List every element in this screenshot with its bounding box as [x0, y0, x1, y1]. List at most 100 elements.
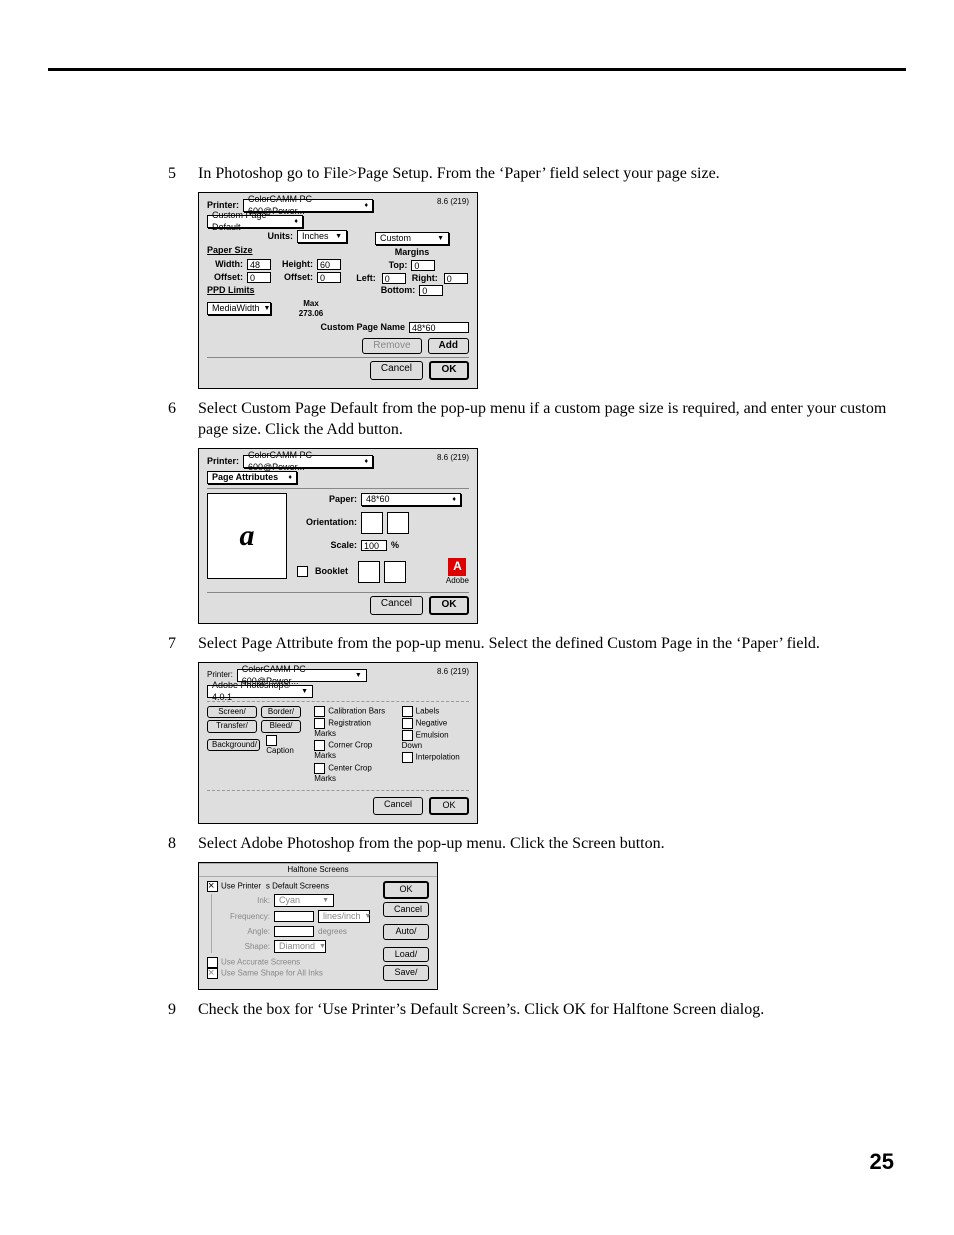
use-default-label: Use Printers Default Screens	[221, 882, 329, 891]
orientation-portrait-button[interactable]	[361, 512, 383, 534]
step-text: Select Page Attribute from the pop-up me…	[198, 634, 908, 654]
paper-size-section: Paper Size	[207, 245, 347, 257]
step-num: 5	[168, 164, 198, 184]
width-input[interactable]: 48	[247, 259, 271, 270]
freq-unit-select[interactable]: lines/inch▼	[318, 910, 370, 923]
cancel-button[interactable]: Cancel	[370, 361, 423, 380]
caption-label: Caption	[266, 746, 294, 755]
bottom-label: Bottom:	[381, 285, 416, 297]
left-input[interactable]: 0	[382, 273, 406, 284]
bottom-input[interactable]: 0	[419, 285, 443, 296]
angle-input[interactable]	[274, 926, 314, 937]
border-button[interactable]: Border/	[261, 706, 301, 718]
booklet-icon-2[interactable]	[384, 561, 406, 583]
calbars-label: Calibration Bars	[328, 707, 385, 716]
labels-checkbox[interactable]	[402, 706, 413, 717]
height-label: Height:	[275, 259, 313, 271]
cancel-button[interactable]: Cancel	[370, 596, 423, 615]
paper-select[interactable]: 48*60♦	[361, 493, 461, 506]
caption-checkbox[interactable]	[266, 735, 277, 746]
units-select[interactable]: Inches▼	[297, 230, 347, 243]
use-default-checkbox[interactable]	[207, 881, 218, 892]
updown-icon: ♦	[294, 218, 298, 225]
custom-select[interactable]: Custom▼	[375, 232, 449, 245]
hoffset-label: Offset:	[275, 272, 313, 284]
units-label: Units:	[268, 231, 294, 243]
cancel-button[interactable]: Cancel	[383, 902, 429, 918]
step-9: 9 Check the box for ‘Use Printer’s Defau…	[168, 1000, 908, 1020]
booklet-checkbox[interactable]	[297, 566, 308, 577]
freq-input[interactable]	[274, 911, 314, 922]
right-input[interactable]: 0	[444, 273, 468, 284]
same-shape-checkbox[interactable]	[207, 968, 218, 979]
cornercrop-checkbox[interactable]	[314, 740, 325, 751]
preset-select[interactable]: Page Attributes♦	[207, 471, 297, 484]
cancel-button[interactable]: Cancel	[373, 797, 423, 815]
angle-unit: degrees	[318, 927, 347, 937]
booklet-label: Booklet	[315, 566, 348, 578]
cpn-label: Custom Page Name	[320, 322, 405, 334]
remove-button[interactable]: Remove	[362, 338, 421, 355]
max-label: Max	[275, 299, 347, 309]
booklet-icon-1[interactable]	[358, 561, 380, 583]
top-rule	[48, 68, 906, 71]
load-button[interactable]: Load/	[383, 947, 429, 963]
screen-button[interactable]: Screen/	[207, 706, 257, 718]
auto-button[interactable]: Auto/	[383, 924, 429, 940]
ok-button[interactable]: OK	[429, 797, 469, 815]
height-input[interactable]: 60	[317, 259, 341, 270]
interp-label: Interpolation	[416, 753, 460, 762]
step-num: 9	[168, 1000, 198, 1020]
orient-label: Orientation:	[297, 517, 357, 529]
emulsion-checkbox[interactable]	[402, 730, 413, 741]
updown-icon: ♦	[452, 496, 456, 503]
cpn-input[interactable]: 48*60	[409, 322, 469, 333]
step-7: 7 Select Page Attribute from the pop-up …	[168, 634, 908, 654]
scale-input[interactable]: 100	[361, 540, 387, 551]
chevron-down-icon: ▼	[264, 305, 271, 312]
preview-letter-icon: a	[240, 517, 255, 555]
preset-select[interactable]: Custom Page Default♦	[207, 215, 303, 228]
max-value: 273.06	[275, 309, 347, 319]
labels-label: Labels	[416, 707, 440, 716]
negative-checkbox[interactable]	[402, 718, 413, 729]
step-num: 7	[168, 634, 198, 654]
add-button[interactable]: Add	[428, 338, 469, 355]
chevron-down-icon: ▼	[365, 913, 372, 920]
bleed-button[interactable]: Bleed/	[261, 720, 301, 732]
right-label: Right:	[412, 273, 438, 285]
background-button[interactable]: Background/	[207, 739, 260, 751]
preset-select[interactable]: Adobe Photoshop® 4.0.1▼	[207, 685, 313, 698]
preview: a	[207, 493, 287, 579]
dlg-halftone: Halftone Screens Use Printers Default S…	[198, 862, 438, 990]
version: 8.6 (219)	[437, 667, 469, 677]
dlg-page-attributes: 8.6 (219) Printer: ColorCAMM PC-600@Powe…	[198, 448, 478, 624]
ok-button[interactable]: OK	[429, 596, 469, 615]
chevron-down-icon: ▼	[335, 233, 342, 240]
dlg-custom-page: 8.6 (219) Printer: ColorCAMM PC-600@Powe…	[198, 192, 478, 389]
top-input[interactable]: 0	[411, 260, 435, 271]
woffset-input[interactable]: 0	[247, 272, 271, 283]
regmarks-checkbox[interactable]	[314, 718, 325, 729]
step-8: 8 Select Adobe Photoshop from the pop-up…	[168, 834, 908, 854]
media-select[interactable]: MediaWidth▼	[207, 302, 271, 315]
save-button[interactable]: Save/	[383, 965, 429, 981]
transfer-button[interactable]: Transfer/	[207, 720, 257, 732]
orientation-landscape-button[interactable]	[387, 512, 409, 534]
printer-select[interactable]: ColorCAMM PC-600@Power...♦	[243, 455, 373, 468]
calbars-checkbox[interactable]	[314, 706, 325, 717]
chevron-down-icon: ▼	[301, 688, 308, 695]
ok-button[interactable]: OK	[383, 881, 429, 899]
ink-select[interactable]: Cyan▼	[274, 894, 334, 907]
top-label: Top:	[389, 260, 408, 272]
ok-button[interactable]: OK	[429, 361, 469, 380]
centercrop-checkbox[interactable]	[314, 763, 325, 774]
hoffset-input[interactable]: 0	[317, 272, 341, 283]
version: 8.6 (219)	[437, 197, 469, 207]
title: Halftone Screens	[199, 863, 437, 877]
updown-icon: ♦	[364, 202, 368, 209]
adobe-label: Adobe	[446, 576, 469, 586]
freq-label: Frequency:	[218, 912, 270, 922]
shape-select[interactable]: Diamond▼	[274, 940, 326, 953]
interp-checkbox[interactable]	[402, 752, 413, 763]
